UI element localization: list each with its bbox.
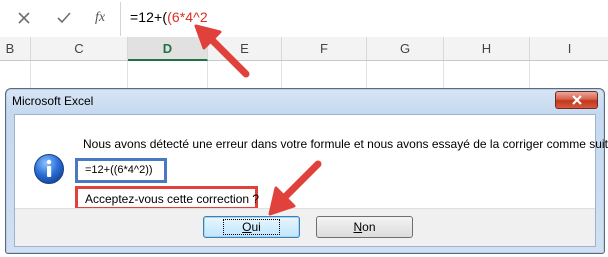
formula-input[interactable]: =12+((6*4^2 xyxy=(121,0,608,36)
yes-button[interactable]: Oui xyxy=(203,216,300,238)
column-header-b[interactable]: B xyxy=(0,37,31,60)
formula-text-highlight: (6*4^2 xyxy=(167,9,208,25)
column-headers: B C D E F G H I xyxy=(0,37,608,61)
no-button-label: on xyxy=(362,220,376,234)
column-header-i[interactable]: I xyxy=(530,37,608,60)
yes-button-accesskey: O xyxy=(242,220,252,234)
formula-bar-buttons: fx xyxy=(0,0,120,36)
x-icon[interactable] xyxy=(12,7,36,29)
close-button[interactable] xyxy=(555,91,598,109)
suggested-formula: =12+((6*4^2)) xyxy=(85,164,153,176)
close-icon xyxy=(571,95,582,105)
formula-text-prefix: =12+( xyxy=(130,9,168,25)
question-text: Acceptez-vous cette correction ? xyxy=(85,192,260,206)
info-icon xyxy=(34,154,64,184)
dialog-message: Nous avons détecté une erreur dans votre… xyxy=(83,137,608,151)
dialog-body: Nous avons détecté une erreur dans votre… xyxy=(14,114,608,247)
yes-button-label: ui xyxy=(251,220,261,234)
worksheet-grid[interactable] xyxy=(0,61,608,91)
column-header-g[interactable]: G xyxy=(367,37,444,60)
formula-bar: fx =12+((6*4^2 xyxy=(0,0,608,36)
dialog-title: Microsoft Excel xyxy=(12,94,94,108)
checkmark-icon[interactable] xyxy=(52,7,76,29)
column-header-c[interactable]: C xyxy=(31,37,128,60)
column-header-f[interactable]: F xyxy=(282,37,367,60)
dialog-footer: Oui Non xyxy=(15,208,595,246)
column-header-d[interactable]: D xyxy=(128,37,208,61)
error-correction-dialog: Microsoft Excel Nous avons détecté une e… xyxy=(5,88,608,254)
suggested-formula-box: =12+((6*4^2)) xyxy=(75,158,167,183)
question-box: Acceptez-vous cette correction ? xyxy=(75,186,260,210)
no-button-accesskey: N xyxy=(353,220,363,234)
column-header-h[interactable]: H xyxy=(444,37,530,60)
no-button[interactable]: Non xyxy=(316,216,413,238)
fx-icon[interactable]: fx xyxy=(88,7,112,29)
column-header-e[interactable]: E xyxy=(208,37,282,60)
